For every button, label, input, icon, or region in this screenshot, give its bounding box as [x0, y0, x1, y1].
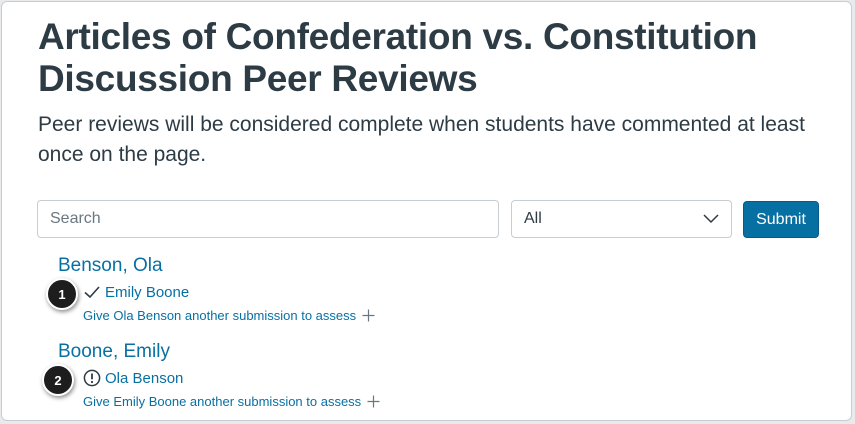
assign-another-text: Give Ola Benson another submission to as… [83, 308, 357, 323]
callout-badge: 1 [46, 278, 78, 310]
assign-another-link[interactable]: Give Emily Boone another submission to a… [83, 394, 380, 409]
plus-icon [362, 309, 375, 322]
assign-another-link[interactable]: Give Ola Benson another submission to as… [83, 308, 375, 323]
plus-icon [367, 395, 380, 408]
student-name-link[interactable]: Boone, Emily [58, 341, 170, 363]
reviewer-link[interactable]: Emily Boone [83, 283, 189, 301]
peer-reviews-panel: Articles of Confederation vs. Constituti… [1, 1, 852, 421]
chevron-down-icon [703, 214, 719, 224]
page-title: Articles of Confederation vs. Constituti… [38, 16, 758, 99]
callout-badge: 2 [42, 364, 74, 396]
filter-select-value: All [524, 210, 542, 227]
page-description: Peer reviews will be considered complete… [38, 113, 805, 166]
search-input[interactable] [37, 200, 499, 238]
warning-circle-icon [83, 369, 101, 387]
filter-select[interactable]: All [511, 200, 732, 238]
assign-another-text: Give Emily Boone another submission to a… [83, 394, 362, 409]
check-icon [83, 283, 101, 301]
reviewer-name: Ola Benson [105, 369, 184, 387]
submit-button[interactable]: Submit [743, 201, 819, 238]
reviewer-link[interactable]: Ola Benson [83, 369, 183, 387]
student-name-link[interactable]: Benson, Ola [58, 255, 163, 277]
reviewer-name: Emily Boone [105, 283, 190, 301]
